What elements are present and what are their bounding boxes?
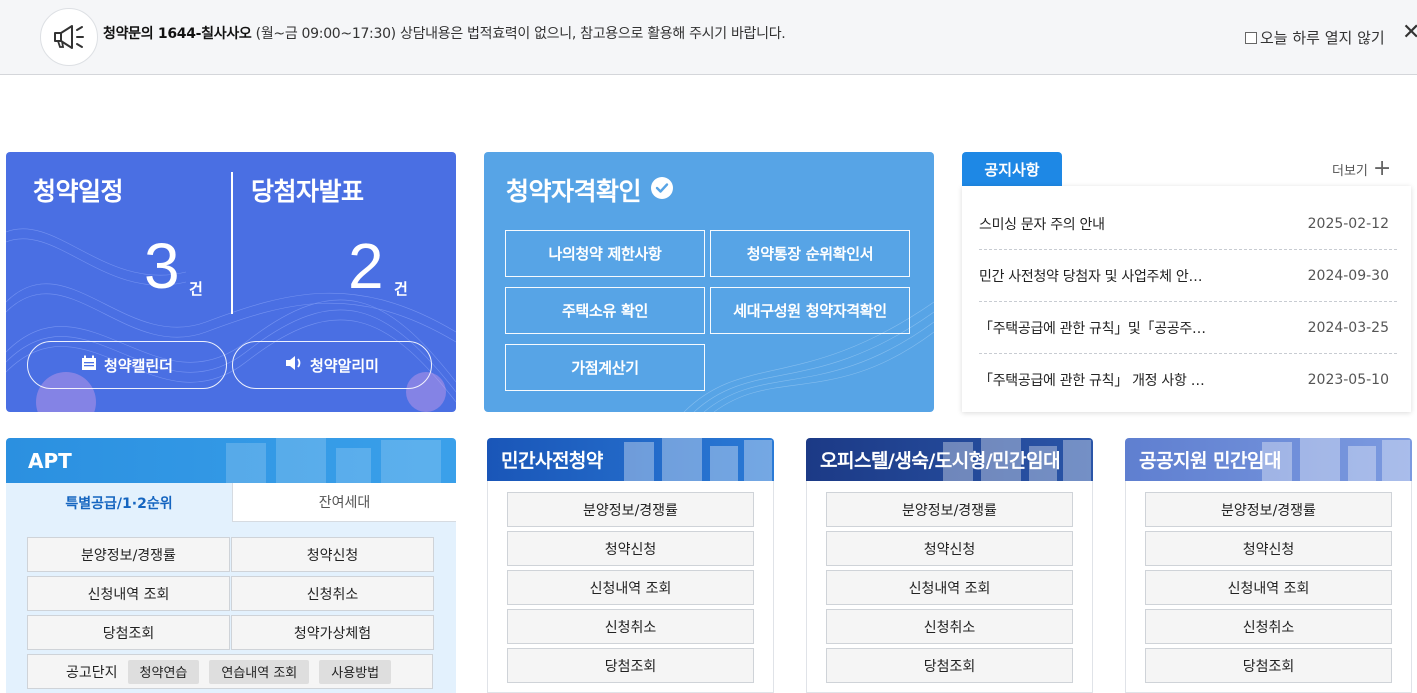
apt-header: APT bbox=[6, 438, 456, 483]
sale-info-button[interactable]: 분양정보/경쟁률 bbox=[826, 492, 1073, 527]
plus-icon: + bbox=[1372, 156, 1392, 181]
alarm-button[interactable]: 청약알리미 bbox=[232, 341, 432, 389]
officetel-body: 분양정보/경쟁률 청약신청 신청내역 조회 신청취소 당첨조회 bbox=[806, 481, 1093, 693]
history-button[interactable]: 신청내역 조회 bbox=[826, 570, 1073, 605]
winner-title: 당첨자발표 bbox=[251, 177, 364, 206]
schedule-title: 청약일정 bbox=[33, 177, 124, 206]
my-restriction-button[interactable]: 나의청약 제한사항 bbox=[505, 230, 705, 277]
building-decoration bbox=[226, 438, 441, 483]
cancel-button[interactable]: 신청취소 bbox=[826, 609, 1073, 644]
dismiss-today-checkbox[interactable]: 오늘 하루 열지 않기 bbox=[1245, 27, 1385, 48]
how-to-use-button[interactable]: 사용방법 bbox=[319, 659, 392, 684]
cancel-button[interactable]: 신청취소 bbox=[1145, 609, 1392, 644]
notice-date: 2024-09-30 bbox=[1307, 267, 1389, 284]
apt-title: APT bbox=[28, 448, 72, 473]
apt-cancel-button[interactable]: 신청취소 bbox=[231, 576, 434, 611]
officetel-header: 오피스텔/생숙/도시형/민간임대 bbox=[806, 438, 1093, 481]
sale-info-button[interactable]: 분양정보/경쟁률 bbox=[1145, 492, 1392, 527]
notice-title: 민간 사전청약 당첨자 및 사업주체 안… bbox=[979, 268, 1203, 285]
officetel-title: 오피스텔/생숙/도시형/민간임대 bbox=[820, 450, 1061, 472]
notice-date: 2025-02-12 bbox=[1307, 215, 1389, 232]
notice-bar: 청약문의 1644-칠사사오 (월~금 09:00~17:30) 상담내용은 법… bbox=[0, 0, 1417, 75]
check-circle-icon bbox=[651, 176, 674, 205]
history-button[interactable]: 신청내역 조회 bbox=[1145, 570, 1392, 605]
notice-message: 청약문의 1644-칠사사오 (월~금 09:00~17:30) 상담내용은 법… bbox=[103, 23, 786, 43]
sale-info-button[interactable]: 분양정보/경쟁률 bbox=[507, 492, 754, 527]
winner-unit: 건 bbox=[394, 280, 408, 298]
notice-title: 스미싱 문자 주의 안내 bbox=[979, 216, 1105, 233]
winner-count: 2 bbox=[348, 230, 384, 302]
apt-sale-info-button[interactable]: 분양정보/경쟁률 bbox=[27, 537, 230, 572]
notice-complex-row: 공고단지 청약연습 연습내역 조회 사용방법 bbox=[27, 654, 433, 689]
notice-disclaimer: 상담내용은 법적효력이 없으니, 참고용으로 활용해 주시기 바랍니다. bbox=[400, 26, 786, 42]
apply-button[interactable]: 청약신청 bbox=[826, 531, 1073, 566]
notice-complex-label: 공고단지 bbox=[66, 664, 118, 681]
public-rental-panel: 공공지원 민간임대 분양정보/경쟁률 청약신청 신청내역 조회 신청취소 당첨조… bbox=[1125, 438, 1412, 693]
dismiss-today-label: 오늘 하루 열지 않기 bbox=[1260, 29, 1385, 47]
private-pre-header: 민간사전청약 bbox=[487, 438, 774, 481]
practice-history-button[interactable]: 연습내역 조회 bbox=[209, 659, 310, 684]
calendar-button[interactable]: 청약캘린더 bbox=[27, 341, 227, 389]
speaker-icon bbox=[285, 355, 303, 375]
cancel-button[interactable]: 신청취소 bbox=[507, 609, 754, 644]
private-pre-title: 민간사전청약 bbox=[501, 450, 603, 472]
notice-board: 스미싱 문자 주의 안내 2025-02-12 민간 사전청약 당첨자 및 사업… bbox=[962, 186, 1411, 412]
tab-special-supply[interactable]: 특별공급/1·2순위 bbox=[6, 483, 232, 522]
calendar-icon bbox=[81, 355, 97, 375]
schedule-unit: 건 bbox=[189, 280, 203, 298]
winner-block[interactable]: 당첨자발표 2 건 bbox=[231, 152, 456, 332]
checkbox-icon[interactable] bbox=[1245, 31, 1257, 44]
apt-virtual-experience-button[interactable]: 청약가상체험 bbox=[231, 615, 434, 650]
result-button[interactable]: 당첨조회 bbox=[507, 648, 754, 683]
more-link[interactable]: 더보기 + bbox=[1332, 158, 1391, 180]
apt-panel: APT 특별공급/1·2순위 잔여세대 분양정보/경쟁률 청약신청 신청내역 조… bbox=[6, 438, 456, 693]
public-rental-body: 분양정보/경쟁률 청약신청 신청내역 조회 신청취소 당첨조회 bbox=[1125, 481, 1412, 693]
building-decoration bbox=[624, 438, 772, 481]
apt-history-button[interactable]: 신청내역 조회 bbox=[27, 576, 230, 611]
alarm-label: 청약알리미 bbox=[309, 356, 379, 375]
household-eligibility-button[interactable]: 세대구성원 청약자격확인 bbox=[710, 287, 910, 334]
schedule-card: 청약일정 3 건 당첨자발표 2 건 청약캘린더 청약알리미 bbox=[6, 152, 456, 412]
schedule-count: 3 bbox=[144, 230, 180, 302]
notice-hours: (월~금 09:00~17:30) bbox=[255, 26, 396, 42]
bankbook-rank-button[interactable]: 청약통장 순위확인서 bbox=[710, 230, 910, 277]
result-button[interactable]: 당첨조회 bbox=[1145, 648, 1392, 683]
apply-button[interactable]: 청약신청 bbox=[507, 531, 754, 566]
public-rental-header: 공공지원 민간임대 bbox=[1125, 438, 1412, 481]
score-calculator-button[interactable]: 가점계산기 bbox=[505, 344, 705, 391]
officetel-panel: 오피스텔/생숙/도시형/민간임대 분양정보/경쟁률 청약신청 신청내역 조회 신… bbox=[806, 438, 1093, 693]
list-item[interactable]: 스미싱 문자 주의 안내 2025-02-12 bbox=[979, 198, 1397, 250]
apply-button[interactable]: 청약신청 bbox=[1145, 531, 1392, 566]
private-pre-body: 분양정보/경쟁률 청약신청 신청내역 조회 신청취소 당첨조회 bbox=[487, 481, 774, 693]
practice-button[interactable]: 청약연습 bbox=[127, 659, 200, 684]
schedule-block[interactable]: 청약일정 3 건 bbox=[6, 152, 231, 332]
eligibility-title-text: 청약자격확인 bbox=[506, 177, 642, 206]
notice-board-tab[interactable]: 공지사항 bbox=[962, 152, 1062, 186]
list-item[interactable]: 「주택공급에 관한 규칙」 개정 사항 … 2023-05-10 bbox=[979, 354, 1397, 406]
notice-date: 2024-03-25 bbox=[1307, 319, 1389, 336]
list-item[interactable]: 민간 사전청약 당첨자 및 사업주체 안… 2024-09-30 bbox=[979, 250, 1397, 302]
notice-title: 「주택공급에 관한 규칙」 개정 사항 … bbox=[979, 373, 1205, 389]
list-item[interactable]: 「주택공급에 관한 규칙」및「공공주… 2024-03-25 bbox=[979, 302, 1397, 354]
house-ownership-button[interactable]: 주택소유 확인 bbox=[505, 287, 705, 334]
notice-title: 「주택공급에 관한 규칙」및「공공주… bbox=[979, 320, 1206, 337]
close-icon[interactable]: ✕ bbox=[1402, 22, 1417, 44]
public-rental-title: 공공지원 민간임대 bbox=[1139, 450, 1281, 472]
calendar-label: 청약캘린더 bbox=[103, 356, 173, 375]
apt-apply-button[interactable]: 청약신청 bbox=[231, 537, 434, 572]
tab-remaining-units[interactable]: 잔여세대 bbox=[232, 483, 456, 522]
eligibility-card: 청약자격확인 나의청약 제한사항 청약통장 순위확인서 주택소유 확인 세대구성… bbox=[484, 152, 934, 412]
notice-date: 2023-05-10 bbox=[1307, 372, 1389, 388]
eligibility-title[interactable]: 청약자격확인 bbox=[506, 172, 674, 208]
private-pre-panel: 민간사전청약 분양정보/경쟁률 청약신청 신청내역 조회 신청취소 당첨조회 bbox=[487, 438, 774, 693]
history-button[interactable]: 신청내역 조회 bbox=[507, 570, 754, 605]
apt-result-button[interactable]: 당첨조회 bbox=[27, 615, 230, 650]
result-button[interactable]: 당첨조회 bbox=[826, 648, 1073, 683]
more-label: 더보기 bbox=[1332, 163, 1368, 179]
megaphone-icon bbox=[40, 8, 98, 66]
notice-phone: 청약문의 1644-칠사사오 bbox=[103, 26, 252, 42]
